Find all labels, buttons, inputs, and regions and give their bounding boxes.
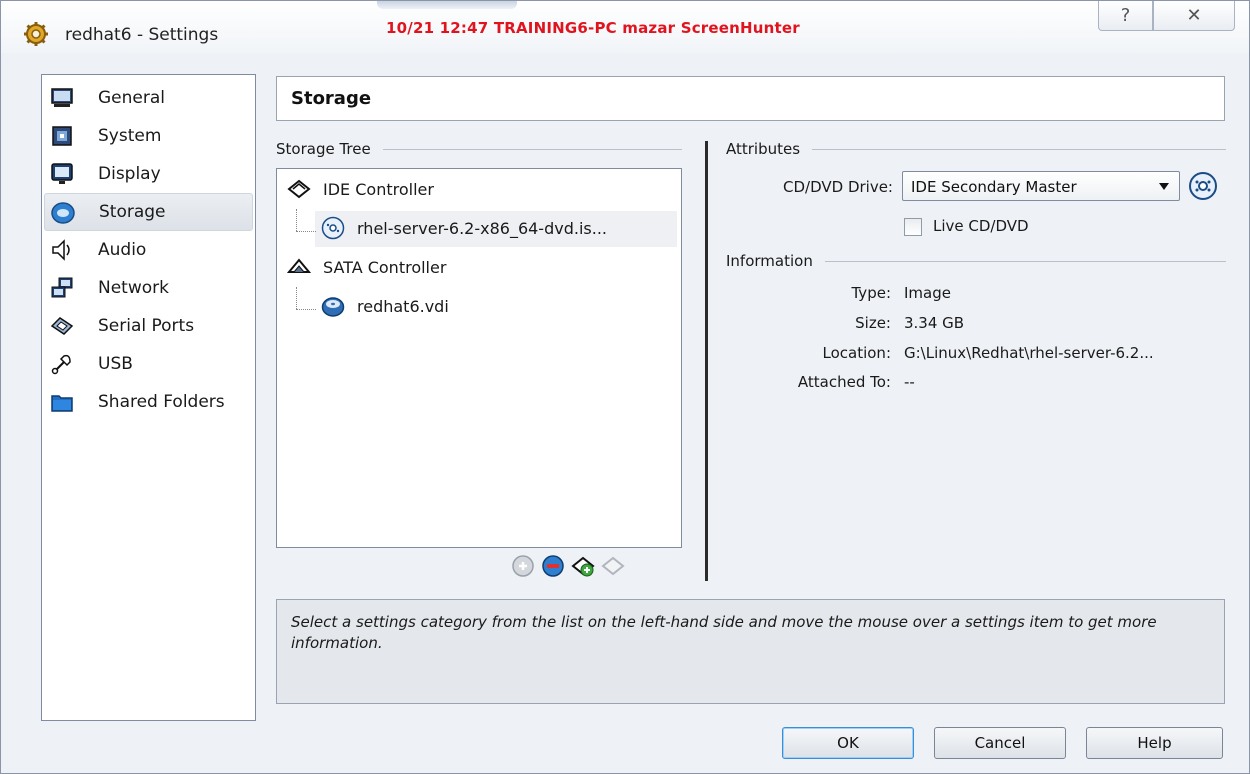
- storage-tree: IDE Controller rhel-server-6.2-x86_64-dv…: [276, 168, 682, 548]
- usb-icon: [51, 354, 71, 375]
- display-icon: [51, 163, 73, 184]
- cd-dvd-drive-select[interactable]: IDE Secondary Master: [902, 171, 1180, 201]
- tree-node-label: rhel-server-6.2-x86_64-dvd.is...: [357, 218, 607, 238]
- info-type-value: Image: [904, 284, 951, 302]
- tree-connector: [296, 309, 316, 310]
- hard-disk-icon: [321, 297, 345, 317]
- sidebar-item-label: Audio: [98, 240, 147, 260]
- info-size-label: Size:: [855, 314, 891, 332]
- tree-connector: [296, 231, 316, 232]
- sata-controller-icon: [287, 258, 311, 273]
- network-icon: [51, 277, 73, 298]
- folder-icon: [51, 395, 73, 412]
- tree-connector: [296, 287, 297, 309]
- sidebar-item-label: Shared Folders: [98, 392, 225, 412]
- information-section-label: Information: [726, 252, 1226, 270]
- tree-node-label: redhat6.vdi: [357, 296, 449, 316]
- help-icon: ?: [1120, 5, 1131, 26]
- storage-tree-toolbar: [511, 554, 625, 578]
- tree-node-ide-controller[interactable]: IDE Controller: [287, 177, 434, 201]
- sidebar-item-label: Storage: [99, 202, 166, 222]
- speaker-icon: [52, 239, 70, 261]
- help-description-text: Select a settings category from the list…: [291, 613, 1157, 652]
- settings-category-list: General System Display Storage Audio Net…: [41, 74, 256, 721]
- close-button[interactable]: ✕: [1153, 1, 1235, 31]
- optical-disc-icon: [321, 216, 345, 240]
- page-header: Storage: [276, 76, 1225, 121]
- sidebar-item-label: Display: [98, 164, 161, 184]
- cancel-button[interactable]: Cancel: [934, 727, 1066, 759]
- ok-button[interactable]: OK: [782, 727, 914, 759]
- tree-node-label: IDE Controller: [323, 179, 434, 199]
- tree-node-sata-controller[interactable]: SATA Controller: [287, 255, 446, 279]
- tree-node-label: SATA Controller: [323, 257, 447, 277]
- chevron-down-icon: [1159, 183, 1169, 190]
- monitor-icon: [51, 88, 73, 107]
- sidebar-item-usb[interactable]: USB: [44, 345, 253, 383]
- info-attached-value: --: [904, 373, 915, 391]
- sidebar-item-label: Serial Ports: [98, 316, 195, 336]
- choose-disk-image-icon[interactable]: [1188, 171, 1218, 201]
- tree-node-redhat6-vdi[interactable]: redhat6.vdi: [321, 294, 449, 318]
- page-title: Storage: [291, 88, 372, 109]
- info-attached-label: Attached To:: [797, 373, 891, 391]
- sidebar-item-shared-folders[interactable]: Shared Folders: [44, 383, 253, 421]
- info-type-label: Type:: [851, 284, 891, 302]
- sidebar-item-label: Network: [98, 278, 169, 298]
- disc-icon: [51, 202, 75, 224]
- add-attachment-icon[interactable]: [511, 554, 535, 578]
- info-size-value: 3.34 GB: [904, 314, 965, 332]
- help-description-box: Select a settings category from the list…: [276, 599, 1225, 704]
- add-controller-icon[interactable]: [571, 554, 595, 578]
- ide-controller-icon: [287, 179, 311, 199]
- sidebar-item-label: System: [98, 126, 162, 146]
- info-location-label: Location:: [822, 344, 892, 362]
- information-label: Information: [726, 252, 813, 270]
- storage-tree-section-label: Storage Tree: [276, 140, 682, 158]
- sidebar-item-display[interactable]: Display: [44, 155, 253, 193]
- sidebar-item-serial-ports[interactable]: Serial Ports: [44, 307, 253, 345]
- sidebar-item-label: USB: [98, 354, 133, 374]
- cd-dvd-drive-label: CD/DVD Drive:: [783, 178, 893, 196]
- help-caption-button[interactable]: ?: [1098, 1, 1153, 31]
- settings-window: redhat6 - Settings 10/21 12:47 TRAINING6…: [0, 0, 1250, 774]
- panel-splitter[interactable]: [705, 141, 708, 581]
- sidebar-item-audio[interactable]: Audio: [44, 231, 253, 269]
- tree-connector: [296, 209, 297, 231]
- sidebar-item-general[interactable]: General: [44, 79, 253, 117]
- info-location-value: G:\Linux\Redhat\rhel-server-6.2...: [904, 344, 1154, 362]
- attributes-label: Attributes: [726, 140, 801, 158]
- screenhunter-overlay: 10/21 12:47 TRAINING6-PC mazar ScreenHun…: [386, 19, 800, 37]
- live-cd-checkbox[interactable]: [904, 218, 922, 236]
- sidebar-item-storage[interactable]: Storage: [44, 193, 253, 231]
- remove-attachment-icon[interactable]: [541, 554, 565, 578]
- help-button[interactable]: Help: [1086, 727, 1223, 759]
- tree-node-dvd-image[interactable]: rhel-server-6.2-x86_64-dvd.is...: [321, 216, 607, 240]
- sidebar-item-system[interactable]: System: [44, 117, 253, 155]
- overlay-bar: [377, 1, 517, 9]
- window-title: redhat6 - Settings: [65, 25, 219, 45]
- storage-tree-label: Storage Tree: [276, 140, 371, 158]
- chip-icon: [52, 126, 72, 146]
- attributes-section-label: Attributes: [726, 140, 1226, 158]
- live-cd-label: Live CD/DVD: [933, 217, 1029, 235]
- sidebar-item-network[interactable]: Network: [44, 269, 253, 307]
- cd-dvd-drive-value: IDE Secondary Master: [911, 178, 1077, 196]
- serial-port-icon: [50, 317, 74, 335]
- title-bar: redhat6 - Settings 10/21 12:47 TRAINING6…: [1, 1, 1249, 53]
- remove-controller-icon[interactable]: [601, 554, 625, 578]
- gear-icon: [24, 22, 48, 46]
- close-icon: ✕: [1186, 5, 1202, 26]
- sidebar-item-label: General: [98, 88, 165, 108]
